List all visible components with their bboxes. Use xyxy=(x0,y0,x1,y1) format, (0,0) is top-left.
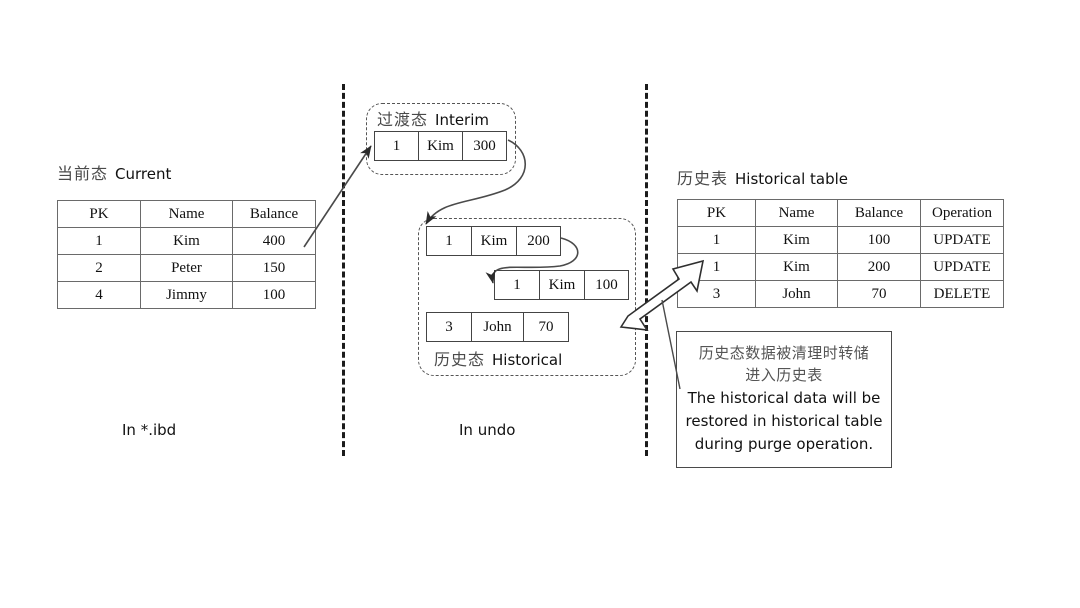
annotation-en-line-2: restored in historical table xyxy=(685,412,883,430)
cell-balance: 200 xyxy=(837,253,921,281)
column-header-name: Name xyxy=(755,199,838,227)
column-header-balance: Balance xyxy=(837,199,921,227)
cell-pk: 1 xyxy=(426,226,472,256)
cell-balance: 100 xyxy=(837,226,921,254)
cell-pk: 4 xyxy=(57,281,141,309)
cell-name: Kim xyxy=(755,253,838,281)
cell-pk: 1 xyxy=(374,131,419,161)
cell-pk: 1 xyxy=(677,226,756,254)
cell-pk: 1 xyxy=(57,227,141,255)
cell-balance: 70 xyxy=(523,312,569,342)
divider-ibd-undo xyxy=(342,84,345,456)
cell-balance: 100 xyxy=(584,270,629,300)
annotation-en-line-3: during purge operation. xyxy=(694,435,874,453)
interim-record-row: 1 Kim 300 xyxy=(374,131,507,161)
cell-operation: UPDATE xyxy=(920,226,1004,254)
historical-undo-label-cn: 历史态 xyxy=(434,350,486,369)
cell-balance: 100 xyxy=(232,281,316,309)
annotation-cn-line-2: 进入历史表 xyxy=(745,366,823,384)
cell-operation: DELETE xyxy=(920,280,1004,308)
current-table: PK Name Balance 1 Kim 400 2 Peter 150 4 … xyxy=(57,200,316,309)
cell-pk: 1 xyxy=(494,270,540,300)
column-header-balance: Balance xyxy=(232,200,316,228)
cell-name: Kim xyxy=(471,226,517,256)
cell-balance: 300 xyxy=(462,131,507,161)
cell-pk: 3 xyxy=(426,312,472,342)
table-row: 3 John 70 DELETE xyxy=(677,280,1004,308)
caption-ibd: In *.ibd xyxy=(122,421,177,439)
table-row: 1 Kim 400 xyxy=(57,227,316,255)
current-title-en: Current xyxy=(115,165,172,183)
cell-name: Kim xyxy=(418,131,463,161)
column-header-pk: PK xyxy=(57,200,141,228)
column-header-pk: PK xyxy=(677,199,756,227)
cell-name: Kim xyxy=(140,227,233,255)
caption-undo: In undo xyxy=(459,421,516,439)
undo-record-row-2: 1 Kim 100 xyxy=(494,270,629,300)
interim-title-cn: 过渡态 xyxy=(377,110,429,129)
cell-name: John xyxy=(471,312,524,342)
annotation-cn-line-1: 历史态数据被清理时转储 xyxy=(698,344,870,362)
table-row: 1 Kim 200 UPDATE xyxy=(677,253,1004,281)
cell-balance: 400 xyxy=(232,227,316,255)
historical-table-title: 历史表 Historical table xyxy=(677,165,848,189)
cell-name: Jimmy xyxy=(140,281,233,309)
table-row: 2 Peter 150 xyxy=(57,254,316,282)
cell-name: Kim xyxy=(539,270,585,300)
historical-undo-label: 历史态 Historical xyxy=(434,346,562,370)
interim-title: 过渡态 Interim xyxy=(377,106,489,130)
cell-operation: UPDATE xyxy=(920,253,1004,281)
annotation-en-line-1: The historical data will be xyxy=(687,389,881,407)
table-header-row: PK Name Balance Operation xyxy=(677,199,1004,227)
current-table-title: 当前态 Current xyxy=(57,160,171,184)
historical-table-title-cn: 历史表 xyxy=(677,169,729,188)
cell-balance: 150 xyxy=(232,254,316,282)
cell-name: Peter xyxy=(140,254,233,282)
historical-table: PK Name Balance Operation 1 Kim 100 UPDA… xyxy=(677,199,1004,308)
diagram-canvas: 当前态 Current PK Name Balance 1 Kim 400 2 P… xyxy=(0,0,1080,608)
historical-undo-label-en: Historical xyxy=(492,351,563,369)
cell-balance: 200 xyxy=(516,226,561,256)
current-title-cn: 当前态 xyxy=(57,164,109,183)
table-header-row: PK Name Balance xyxy=(57,200,316,228)
historical-table-title-en: Historical table xyxy=(735,170,849,188)
cell-pk: 1 xyxy=(677,253,756,281)
cell-name: Kim xyxy=(755,226,838,254)
cell-name: John xyxy=(755,280,838,308)
column-header-operation: Operation xyxy=(920,199,1004,227)
undo-record-row-1: 1 Kim 200 xyxy=(426,226,561,256)
divider-undo-history xyxy=(645,84,648,456)
interim-title-en: Interim xyxy=(435,111,490,129)
cell-pk: 2 xyxy=(57,254,141,282)
table-row: 4 Jimmy 100 xyxy=(57,281,316,309)
purge-annotation-box: 历史态数据被清理时转储 进入历史表 The historical data wi… xyxy=(676,331,892,468)
column-header-name: Name xyxy=(140,200,233,228)
table-row: 1 Kim 100 UPDATE xyxy=(677,226,1004,254)
cell-balance: 70 xyxy=(837,280,921,308)
cell-pk: 3 xyxy=(677,280,756,308)
undo-record-row-3: 3 John 70 xyxy=(426,312,569,342)
